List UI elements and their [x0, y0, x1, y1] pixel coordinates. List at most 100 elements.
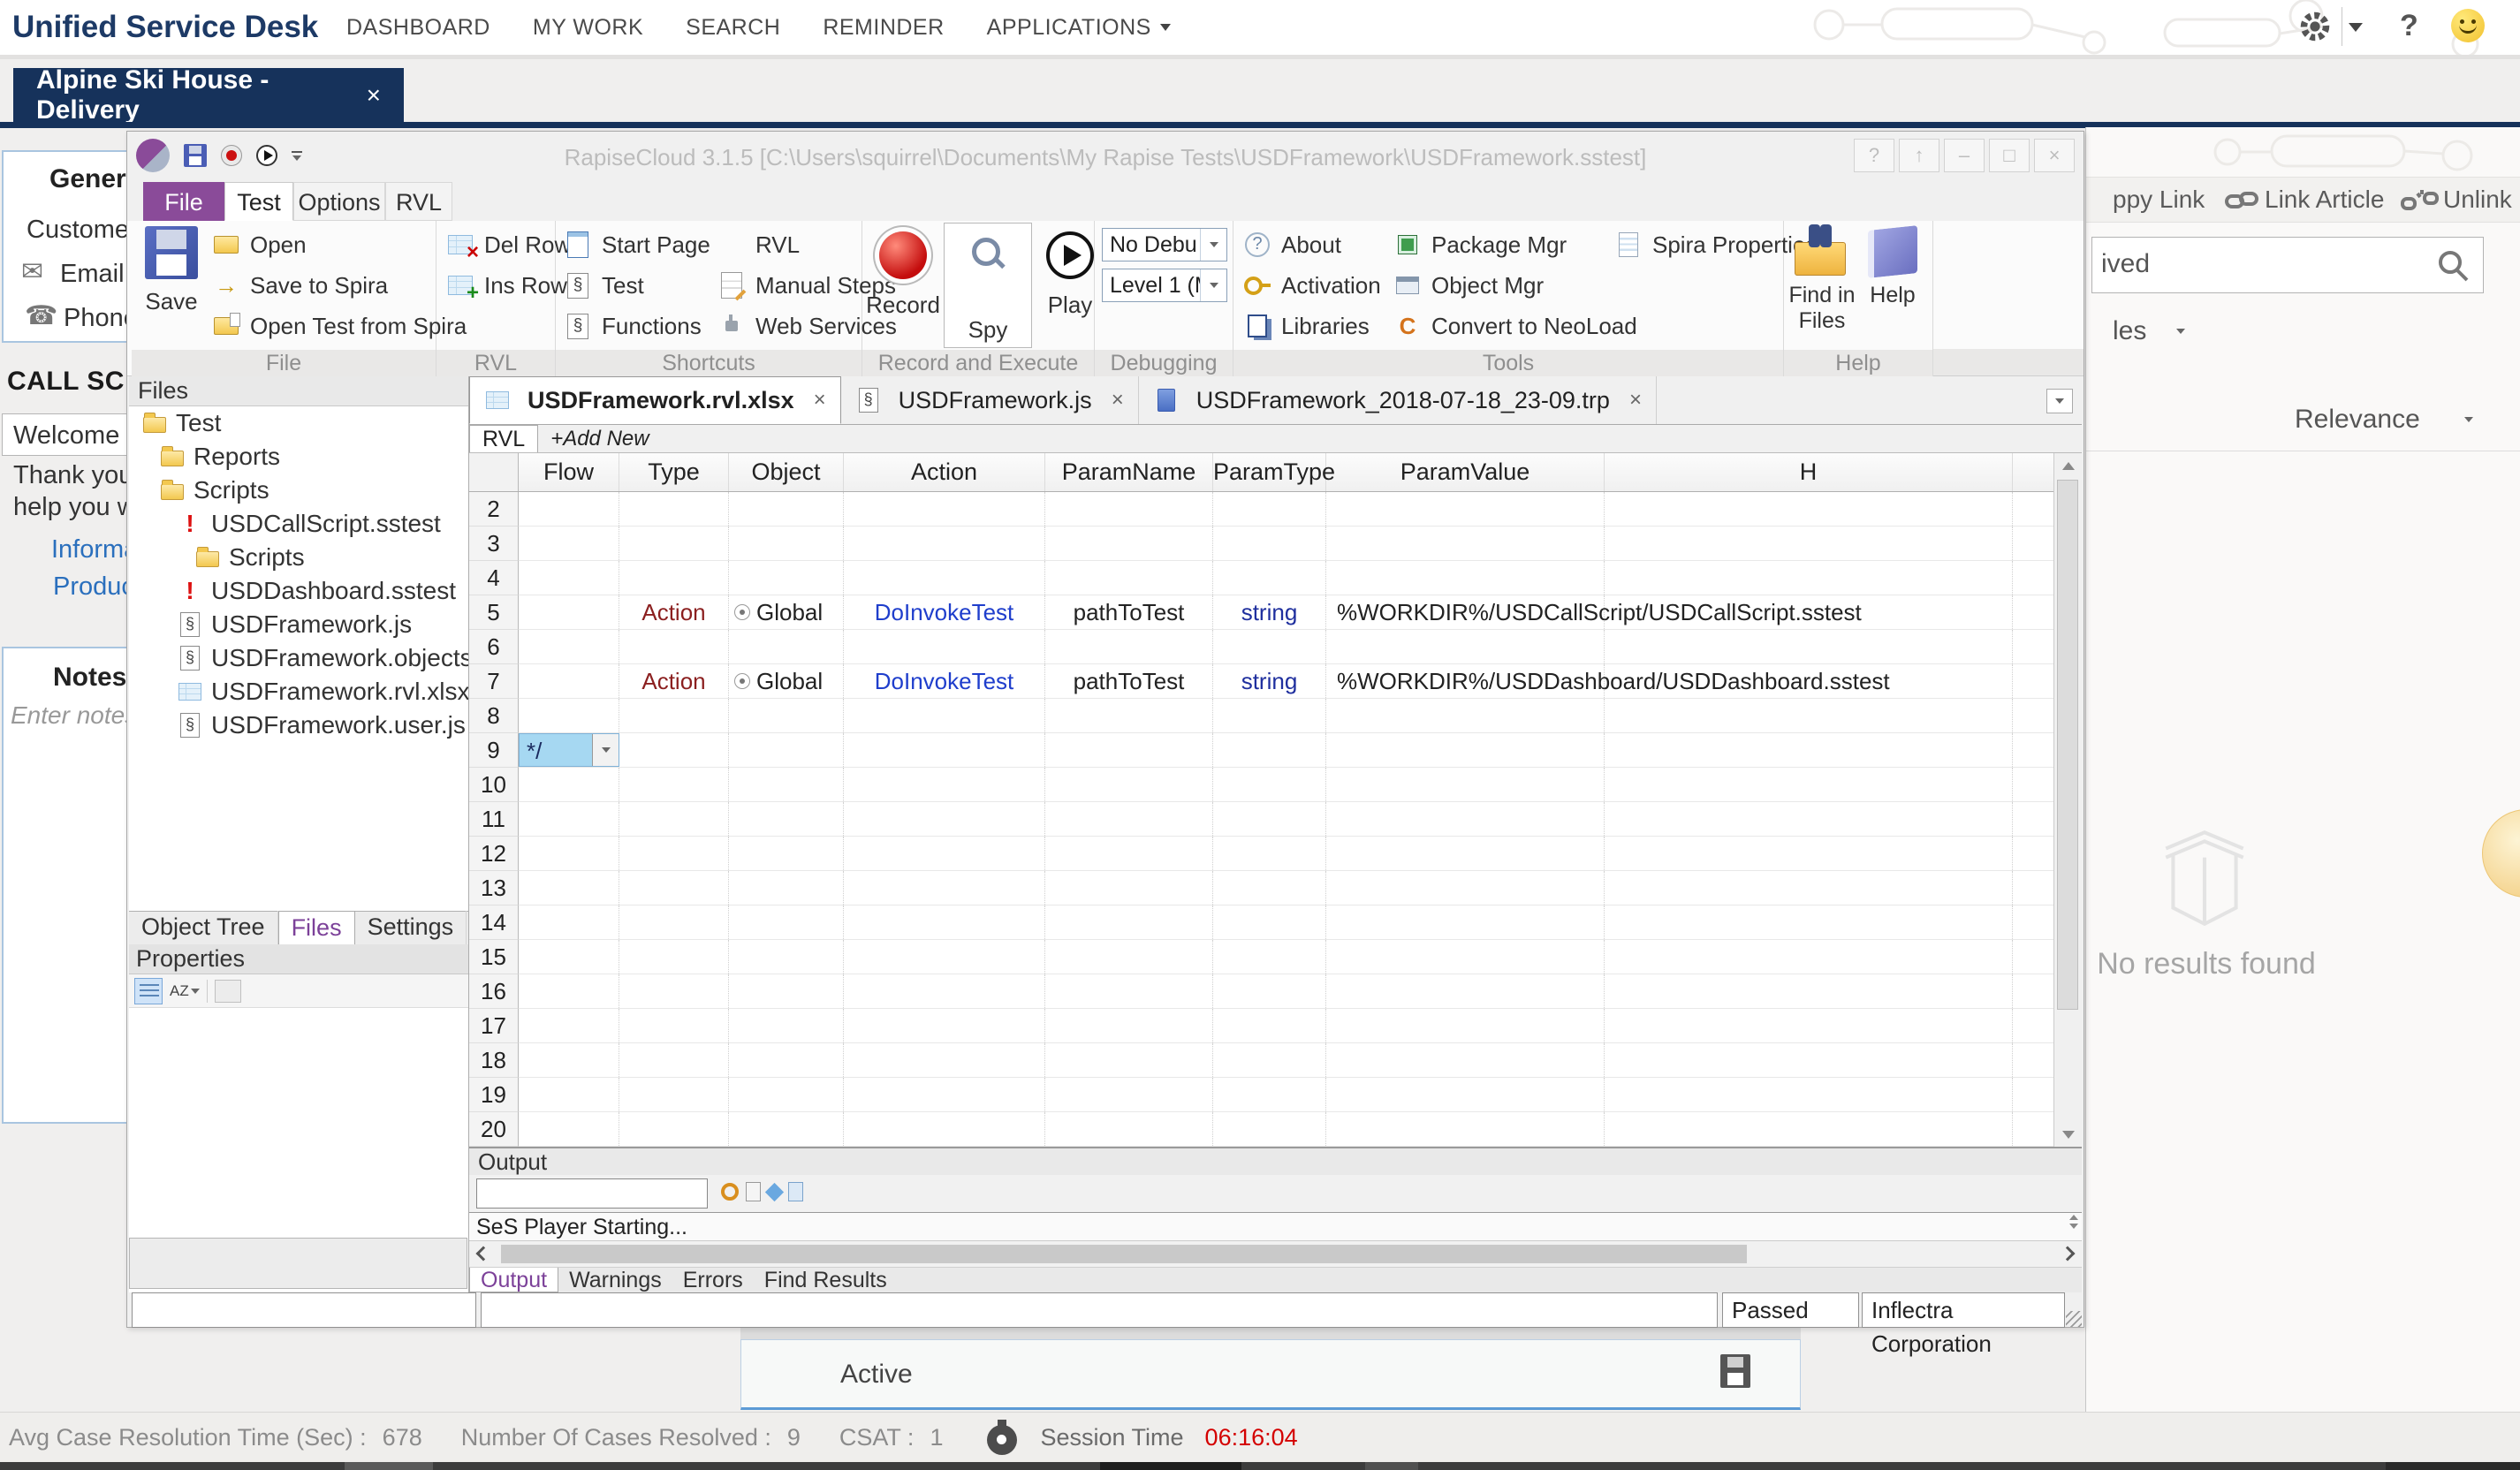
row-number[interactable]: 14 [469, 905, 519, 940]
close-icon[interactable]: × [1112, 388, 1124, 413]
ribbon-button[interactable]: Activation [1242, 265, 1381, 306]
flow-value[interactable] [519, 561, 619, 595]
cell-h[interactable] [1605, 905, 2013, 939]
row-number[interactable]: 3 [469, 527, 519, 561]
tree-item[interactable]: USDCallScript.sstest [129, 507, 468, 541]
cell-object[interactable] [729, 974, 844, 1008]
help-button[interactable]: ? [2400, 9, 2418, 43]
cell-paramvalue[interactable] [1326, 768, 1605, 801]
cell-paramvalue[interactable]: %WORKDIR%/USDCallScript/USDCallScript.ss… [1326, 595, 1605, 629]
cell-type[interactable] [619, 561, 729, 595]
output-tab[interactable]: Find Results [754, 1268, 898, 1292]
cell-paramvalue[interactable] [1326, 699, 1605, 732]
property-page-icon[interactable] [215, 980, 241, 1003]
record-icon[interactable] [221, 145, 242, 166]
categorize-icon[interactable] [134, 978, 163, 1004]
ribbon-button[interactable]: Open [211, 224, 467, 265]
column-header-flow[interactable]: Flow [519, 453, 619, 491]
cell-paramtype[interactable] [1213, 1078, 1326, 1111]
cell-action[interactable] [844, 768, 1045, 801]
tab-rvl[interactable]: RVL [385, 182, 452, 221]
kb-sort-dropdown[interactable]: Relevance [2295, 405, 2473, 435]
window-pin-button[interactable]: ↑ [1899, 139, 1939, 172]
cell-h[interactable] [1605, 1112, 2013, 1146]
flow-value[interactable] [519, 974, 619, 1008]
window-help-button[interactable]: ? [1854, 139, 1894, 172]
cell-paramname[interactable] [1045, 733, 1213, 767]
column-header-paramtype[interactable]: ParamType [1213, 453, 1326, 491]
tab-options[interactable]: Options [293, 182, 385, 221]
menu-item[interactable]: SEARCH [686, 15, 780, 41]
help-button[interactable]: Help [1862, 224, 1924, 308]
cell-action[interactable] [844, 837, 1045, 870]
cell-type[interactable] [619, 905, 729, 939]
cell-type[interactable] [619, 1078, 729, 1111]
save-icon[interactable] [1720, 1354, 1750, 1388]
close-icon[interactable]: × [367, 81, 381, 110]
cell-flow[interactable] [519, 630, 619, 663]
row-number[interactable]: 4 [469, 561, 519, 595]
tree-item[interactable]: USDFramework.js [129, 608, 468, 641]
cell-paramname[interactable] [1045, 871, 1213, 905]
cell-flow[interactable] [519, 871, 619, 905]
cell-flow[interactable] [519, 561, 619, 595]
row-number[interactable]: 9 [469, 733, 519, 768]
flow-value[interactable] [519, 1078, 619, 1111]
debug-level-dropdown[interactable]: Level 1 (M [1102, 269, 1227, 302]
cell-action[interactable] [844, 1078, 1045, 1111]
cell-type[interactable] [619, 871, 729, 905]
sheet-tab-add-new[interactable]: +Add New [538, 425, 661, 452]
cell-flow[interactable]: */ [519, 733, 619, 767]
cell-object[interactable] [729, 492, 844, 526]
cell-paramname[interactable] [1045, 974, 1213, 1008]
tree-item[interactable]: USDFramework.objects.js [129, 641, 468, 675]
row-number[interactable]: 6 [469, 630, 519, 664]
cell-type[interactable] [619, 492, 729, 526]
cell-paramtype[interactable] [1213, 837, 1326, 870]
cell-object[interactable] [729, 871, 844, 905]
tree-item[interactable]: Scripts [129, 541, 468, 574]
cell-paramvalue[interactable] [1326, 527, 1605, 560]
row-number[interactable]: 13 [469, 871, 519, 905]
cell-paramtype[interactable] [1213, 733, 1326, 767]
tree-item[interactable]: USDDashboard.sstest [129, 574, 468, 608]
chevron-down-icon[interactable] [1200, 229, 1226, 261]
cell-h[interactable] [1605, 527, 2013, 560]
vertical-scrollbar[interactable] [2053, 453, 2082, 1147]
cell-paramname[interactable]: pathToTest [1045, 664, 1213, 698]
row-number[interactable]: 20 [469, 1112, 519, 1147]
output-report-icon[interactable] [788, 1182, 803, 1201]
menu-item[interactable]: APPLICATIONS [987, 15, 1171, 41]
flow-value[interactable] [519, 1043, 619, 1077]
cell-paramtype[interactable] [1213, 1009, 1326, 1042]
settings-caret-icon[interactable] [2349, 23, 2363, 32]
cell-paramvalue[interactable] [1326, 974, 1605, 1008]
minimize-button[interactable]: – [1944, 139, 1985, 172]
menu-item[interactable]: DASHBOARD [346, 15, 490, 41]
unlink-button[interactable]: Unlink [2443, 186, 2512, 214]
output-note-icon[interactable] [746, 1182, 761, 1201]
scroll-right-icon[interactable] [2061, 1246, 2076, 1262]
row-number[interactable]: 12 [469, 837, 519, 871]
cell-paramvalue[interactable] [1326, 492, 1605, 526]
spy-button[interactable]: Spy [944, 223, 1032, 348]
cell-type[interactable]: Action [619, 664, 729, 698]
cell-paramname[interactable] [1045, 527, 1213, 560]
cell-paramvalue[interactable] [1326, 630, 1605, 663]
tree-item[interactable]: Test [129, 406, 468, 440]
cell-paramtype[interactable] [1213, 699, 1326, 732]
cell-paramvalue[interactable] [1326, 940, 1605, 974]
row-number[interactable]: 18 [469, 1043, 519, 1078]
cell-flow[interactable] [519, 802, 619, 836]
save-icon[interactable] [184, 144, 207, 167]
output-tab[interactable]: Output [469, 1268, 558, 1292]
row-number[interactable]: 10 [469, 768, 519, 802]
cell-flow[interactable] [519, 527, 619, 560]
cell-paramvalue[interactable] [1326, 1043, 1605, 1077]
cell-action[interactable] [844, 630, 1045, 663]
cell-flow[interactable] [519, 837, 619, 870]
rapise-logo-icon[interactable] [136, 139, 170, 172]
close-icon[interactable]: × [814, 388, 826, 413]
tree-item[interactable]: USDFramework.rvl.xlsx [129, 675, 468, 708]
cell-paramvalue[interactable] [1326, 1009, 1605, 1042]
